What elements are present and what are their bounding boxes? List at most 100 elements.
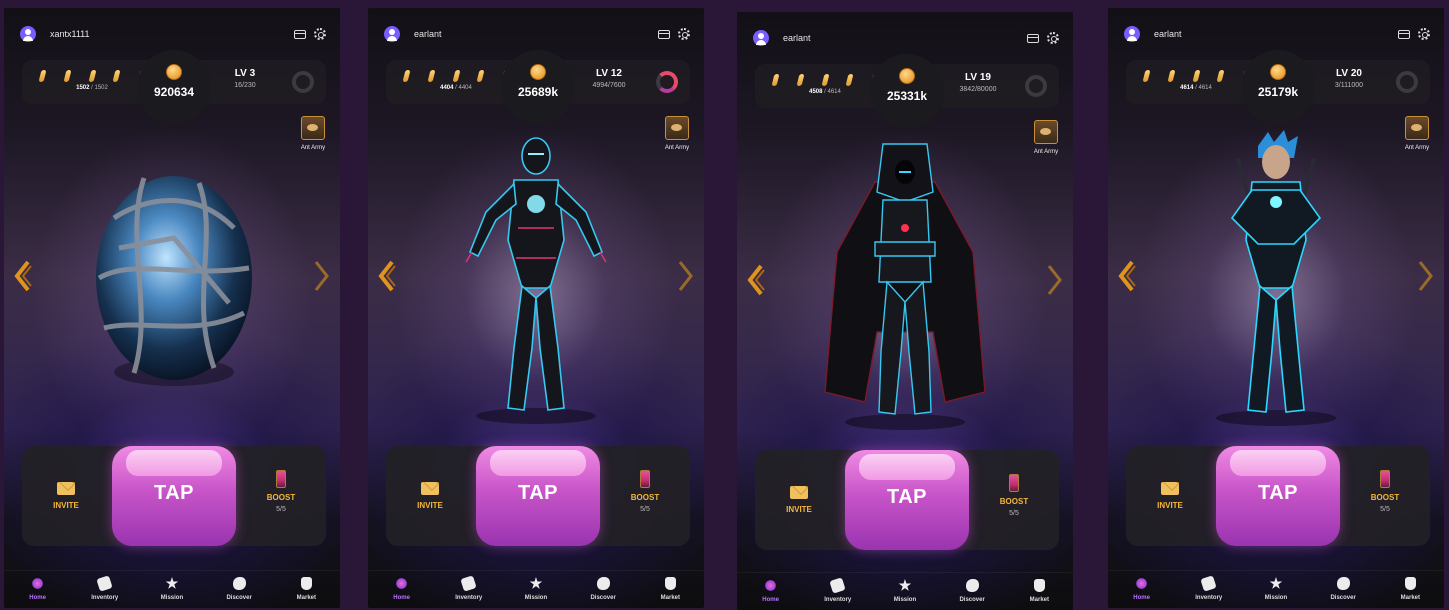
xp-progress-text: 3842/80000: [959, 86, 997, 93]
invite-button[interactable]: INVITE: [779, 486, 819, 514]
boost-button[interactable]: BOOST 5/5: [624, 470, 666, 513]
character-hero[interactable]: [368, 128, 704, 428]
tap-button[interactable]: TAP: [112, 446, 236, 546]
avatar[interactable]: [20, 26, 36, 42]
nav-home[interactable]: Home: [8, 577, 68, 608]
boost-button[interactable]: BOOST 5/5: [1364, 470, 1406, 513]
boost-label: BOOST: [999, 497, 1029, 506]
invite-label: INVITE: [1157, 501, 1183, 510]
nav-mission[interactable]: Mission: [875, 579, 935, 610]
gear-icon[interactable]: [314, 28, 326, 40]
xp-progress-ring: [656, 71, 678, 93]
nav-discover[interactable]: Discover: [942, 579, 1002, 610]
invite-label: INVITE: [786, 505, 812, 514]
invite-button[interactable]: INVITE: [46, 482, 86, 510]
tap-button[interactable]: TAP: [845, 450, 969, 550]
character-egg[interactable]: [4, 128, 340, 428]
inventory-icon: [460, 575, 477, 592]
discover-icon: [1336, 577, 1350, 590]
coin-icon: [166, 64, 182, 80]
boost-count: 5/5: [640, 506, 650, 513]
nav-mission[interactable]: Mission: [142, 577, 202, 608]
tap-button[interactable]: TAP: [476, 446, 600, 546]
character-hero[interactable]: [737, 132, 1073, 432]
energy-max: 4404: [458, 85, 472, 91]
energy-bolt-icon: [38, 70, 47, 82]
nav-inventory[interactable]: Inventory: [1179, 575, 1239, 608]
neon-cyber-hero-icon: [465, 137, 607, 424]
boost-label: BOOST: [1370, 493, 1400, 502]
coin-balance: 25331k: [870, 54, 944, 128]
gear-icon[interactable]: [1418, 28, 1430, 40]
nav-inventory[interactable]: Inventory: [439, 575, 499, 608]
coin-value: 25331k: [886, 89, 928, 103]
nav-home[interactable]: Home: [1112, 577, 1172, 608]
wallet-card-icon[interactable]: [294, 29, 306, 39]
tap-button[interactable]: TAP: [1216, 446, 1340, 546]
energy-bolt-icon: [845, 74, 854, 86]
nav-discover[interactable]: Discover: [1313, 577, 1373, 608]
game-screen-4: earlant 4614 / 4614 25179k LV 20 3/11100…: [1108, 8, 1444, 608]
inventory-icon: [1200, 575, 1217, 592]
nav-mission[interactable]: Mission: [1246, 577, 1306, 608]
stats-bar: 1502 / 1502 920634 LV 3 16/230: [22, 50, 326, 124]
nav-market[interactable]: Market: [640, 577, 700, 608]
nav-home[interactable]: Home: [372, 577, 432, 608]
gear-icon[interactable]: [678, 28, 690, 40]
inventory-icon: [829, 577, 846, 594]
boost-potion-icon: [1380, 470, 1390, 488]
stats-bar: 4404 / 4404 25689k LV 12 4994/7600: [386, 50, 690, 124]
bottom-nav: Home Inventory Mission Discover Market: [4, 570, 340, 608]
invite-button[interactable]: INVITE: [410, 482, 450, 510]
market-bag-icon: [664, 577, 676, 590]
market-bag-icon: [300, 577, 312, 590]
coin-icon: [899, 68, 915, 84]
energy-current: 4404: [440, 85, 454, 91]
home-icon: [764, 579, 778, 592]
avatar[interactable]: [384, 26, 400, 42]
energy-bolt-icon: [452, 70, 460, 82]
crystal-egg-icon: [96, 176, 252, 386]
character-hero[interactable]: [1108, 128, 1444, 428]
nav-market[interactable]: Market: [276, 577, 336, 608]
inventory-icon: [96, 575, 113, 592]
energy-bolt-icon: [821, 74, 829, 86]
energy-max: 1502: [94, 85, 108, 91]
wallet-card-icon[interactable]: [658, 29, 670, 39]
wallet-card-icon[interactable]: [1027, 33, 1039, 43]
nav-inventory[interactable]: Inventory: [808, 577, 868, 610]
game-screen-3: earlant 4508 / 4614 25331k LV 19 3842/80…: [737, 12, 1073, 610]
nav-inventory[interactable]: Inventory: [75, 575, 135, 608]
bottom-nav: Home Inventory Mission Discover Market: [737, 572, 1073, 610]
wallet-card-icon[interactable]: [1398, 29, 1410, 39]
gear-icon[interactable]: [1047, 32, 1059, 44]
level-info: LV 12 4994/7600: [574, 68, 644, 89]
avatar[interactable]: [753, 30, 769, 46]
nav-home[interactable]: Home: [741, 579, 801, 610]
energy-max: 4614: [1198, 85, 1212, 91]
avatar[interactable]: [1124, 26, 1140, 42]
boost-button[interactable]: BOOST 5/5: [260, 470, 302, 513]
envelope-icon: [57, 482, 75, 495]
nav-market[interactable]: Market: [1009, 579, 1069, 610]
nav-market[interactable]: Market: [1380, 577, 1440, 608]
tap-label: TAP: [886, 486, 927, 508]
envelope-icon: [790, 486, 808, 499]
level-label: LV 3: [234, 68, 256, 79]
xp-progress-ring: [1025, 75, 1047, 97]
energy-meter: 4404 / 4404: [400, 70, 512, 91]
nav-mission[interactable]: Mission: [506, 577, 566, 608]
market-bag-icon: [1404, 577, 1416, 590]
action-panel: INVITE TAP BOOST 5/5: [386, 446, 690, 546]
boost-button[interactable]: BOOST 5/5: [993, 474, 1035, 517]
invite-button[interactable]: INVITE: [1150, 482, 1190, 510]
energy-bolt-icon: [427, 70, 436, 82]
stats-bar: 4508 / 4614 25331k LV 19 3842/80000: [755, 54, 1059, 128]
boost-label: BOOST: [630, 493, 660, 502]
energy-current: 4508: [809, 89, 823, 95]
nav-discover[interactable]: Discover: [209, 577, 269, 608]
username: earlant: [1154, 29, 1182, 39]
tap-label: TAP: [1257, 482, 1298, 504]
nav-discover[interactable]: Discover: [573, 577, 633, 608]
home-icon: [395, 577, 409, 590]
